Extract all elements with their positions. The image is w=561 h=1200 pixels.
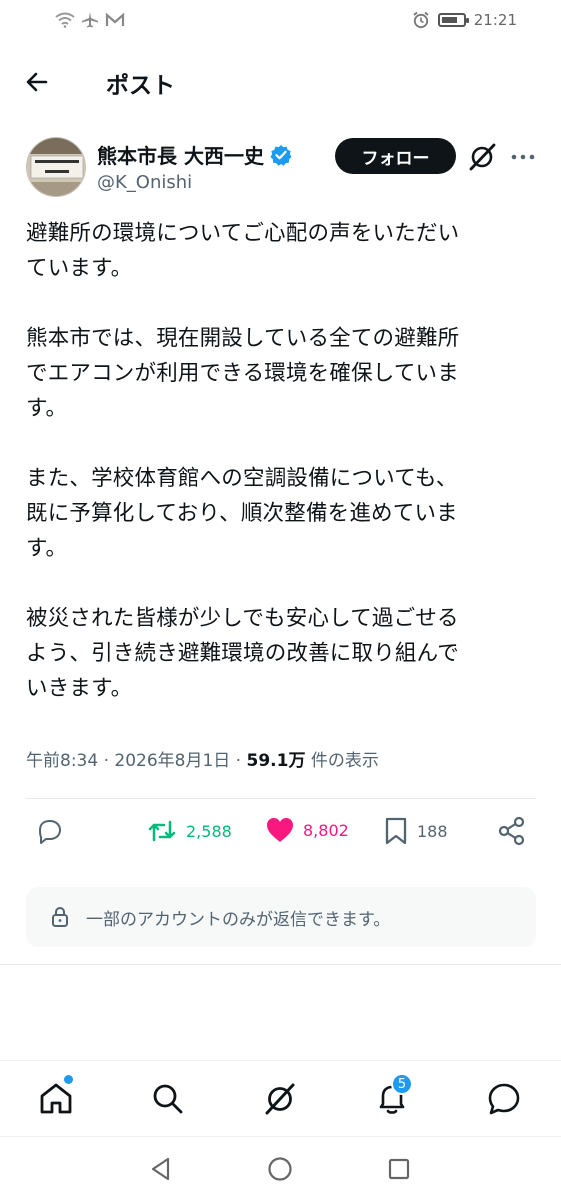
system-back-icon[interactable]	[148, 1156, 174, 1182]
status-bar: 21:21	[0, 0, 561, 40]
author-name[interactable]: 熊本市長 大西一史	[97, 140, 264, 169]
grok-icon[interactable]	[467, 142, 497, 172]
author-row: 熊本市長 大西一史 @K_Onishi フォロー	[0, 132, 561, 202]
heart-icon	[267, 818, 293, 842]
battery-icon	[437, 13, 469, 27]
share-icon	[498, 816, 525, 846]
post-paragraph: 避難所の環境についてご心配の声をいただい ています。	[26, 221, 460, 281]
author-handle[interactable]: @K_Onishi	[97, 172, 192, 193]
status-right: 21:21	[412, 11, 517, 29]
like-count: 8,802	[303, 820, 349, 840]
home-notification-dot	[64, 1075, 73, 1084]
post-paragraph: 熊本市では、現在開設している全ての避難所 でエアコンが利用できる環境を確保してい…	[26, 326, 460, 421]
mail-icon	[105, 12, 125, 26]
reply-icon	[39, 820, 61, 844]
messages-icon[interactable]	[484, 1079, 524, 1119]
verified-badge-icon	[270, 144, 292, 166]
post-actions: 2,588 8,802 188	[0, 808, 561, 858]
follow-button[interactable]: フォロー	[335, 138, 456, 174]
bottom-nav: 5	[0, 1060, 561, 1136]
back-arrow-icon[interactable]	[24, 68, 52, 96]
reply-button[interactable]	[34, 816, 64, 846]
like-button[interactable]: 8,802	[265, 816, 349, 844]
retweet-button[interactable]: 2,588	[146, 816, 232, 846]
status-time: 21:21	[473, 11, 517, 29]
divider	[0, 964, 561, 965]
lock-icon	[52, 906, 68, 927]
divider	[26, 798, 536, 799]
retweet-count: 2,588	[186, 821, 232, 841]
views-label: 件の表示	[305, 751, 379, 771]
home-icon[interactable]	[36, 1079, 76, 1119]
retweet-icon	[148, 820, 176, 842]
reply-restriction-notice: 一部のアカウントのみが返信できます。	[26, 887, 536, 947]
system-nav-bar	[0, 1136, 561, 1200]
views-count: 59.1万	[246, 751, 306, 771]
wifi-icon	[55, 12, 75, 28]
search-icon[interactable]	[148, 1079, 188, 1119]
post-meta: 午前8:34 · 2026年8月1日 · 59.1万 件の表示	[26, 746, 379, 771]
page-title: ポスト	[106, 73, 175, 99]
post-paragraph: また、学校体育館への空調設備についても、 既に予算化しており、順次整備を進めてい…	[26, 466, 458, 561]
bookmark-count: 188	[417, 821, 448, 841]
post-timestamp[interactable]: 午前8:34 · 2026年8月1日 ·	[26, 751, 247, 771]
system-recents-icon[interactable]	[387, 1157, 411, 1181]
status-left-icons	[55, 11, 125, 29]
avatar-image	[27, 138, 85, 196]
author-name-row: 熊本市長 大西一史	[97, 140, 292, 169]
system-home-icon[interactable]	[267, 1156, 293, 1182]
bookmark-icon	[385, 817, 407, 845]
airplane-icon	[82, 12, 98, 28]
grok-nav-icon[interactable]	[260, 1079, 300, 1119]
bookmark-button[interactable]: 188	[383, 816, 448, 846]
alarm-icon	[413, 11, 429, 29]
reply-restriction-text: 一部のアカウントのみが返信できます。	[86, 909, 391, 930]
more-options-icon[interactable]	[510, 144, 536, 170]
post-paragraph: 被災された皆様が少しでも安心して過ごせる よう、引き続き避難環境の改善に取り組ん…	[26, 606, 459, 701]
top-bar: ポスト	[0, 52, 561, 108]
post-body: 避難所の環境についてご心配の声をいただい ています。 熊本市では、現在開設してい…	[26, 216, 542, 741]
notifications-badge: 5	[391, 1073, 413, 1095]
share-button[interactable]	[497, 816, 527, 846]
avatar[interactable]	[26, 137, 86, 197]
